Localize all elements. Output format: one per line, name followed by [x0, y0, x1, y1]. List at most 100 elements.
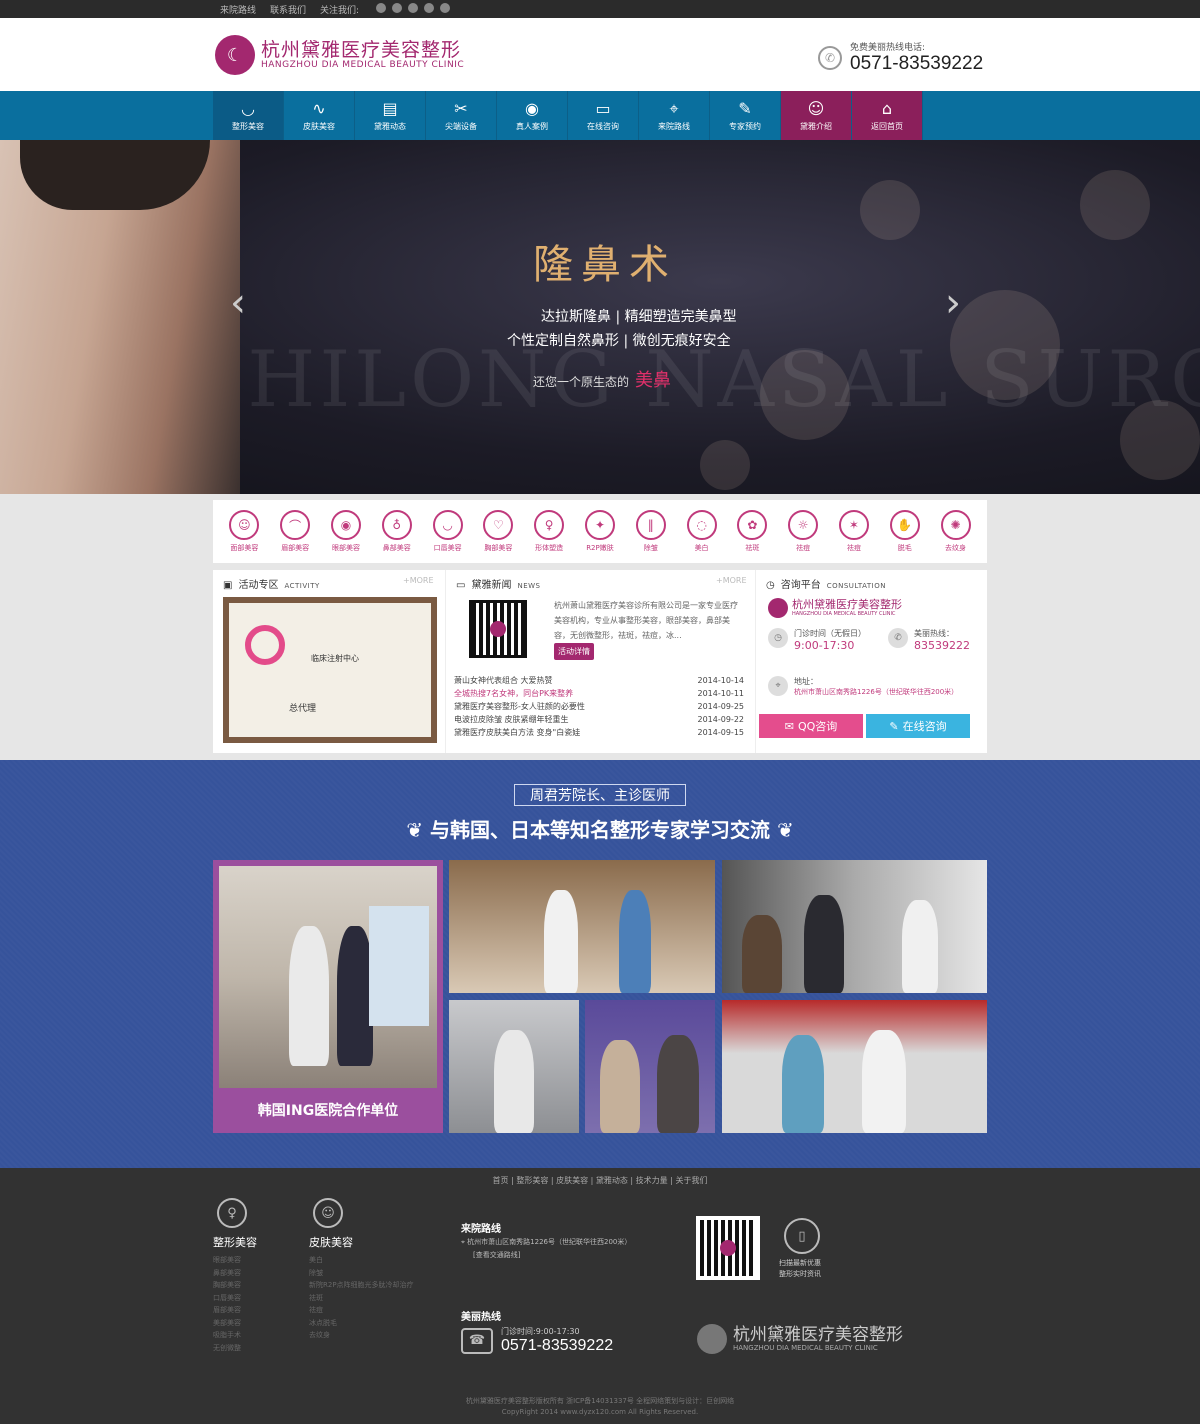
logo-face-icon: [697, 1324, 727, 1354]
footer-link[interactable]: 祛斑: [309, 1292, 414, 1305]
site-logo[interactable]: ☾ 杭州黛雅医疗美容整形 HANGZHOU DIA MEDICAL BEAUTY…: [215, 35, 464, 75]
nav-item-9[interactable]: ⌂ 返回首页: [852, 91, 923, 140]
category-label: 除皱: [643, 544, 658, 552]
services-band: ☺ 面部美容 ⌒ 眉部美容 ◉ 眼部美容 ♁ 鼻部美容 ◡ 口唇美容 ♡ 胸部美容 ♀ 形体塑造 ✦ R2P嫩…: [0, 494, 1200, 760]
certificate-image[interactable]: 临床注射中心 总代理: [223, 597, 437, 743]
footer-logo[interactable]: 杭州黛雅医疗美容整形 HANGZHOU DIA MEDICAL BEAUTY CL…: [697, 1324, 903, 1354]
online-consult-button[interactable]: ✎ 在线咨询: [866, 714, 970, 738]
route-link[interactable]: 来院路线: [220, 3, 256, 16]
category-item[interactable]: ◡ 口唇美容: [424, 510, 472, 553]
nav-item-6[interactable]: ⌖ 来院路线: [639, 91, 710, 140]
qq-icon: ✉: [784, 719, 794, 733]
nav-label: 在线咨询: [587, 122, 619, 131]
exchange-photo-2[interactable]: [722, 860, 987, 993]
news-item[interactable]: 黛雅医疗美容整形-女人驻颜的必要性 2014-09-25: [454, 700, 744, 713]
hotline-number: 0571-83539222: [850, 53, 984, 74]
category-item[interactable]: ✦ R2P嫩肤: [576, 510, 624, 553]
category-icon: ✶: [838, 510, 869, 540]
nav-item-3[interactable]: ✂ 尖端设备: [426, 91, 497, 140]
category-item[interactable]: ✿ 祛斑: [728, 510, 776, 553]
nav-item-4[interactable]: ◉ 真人案例: [497, 91, 568, 140]
chat-icon: ▭: [595, 99, 611, 118]
nav-item-5[interactable]: ▭ 在线咨询: [568, 91, 639, 140]
category-label: 去纹身: [945, 544, 967, 552]
footer-link[interactable]: 鼻部美容: [213, 1267, 257, 1280]
news-more-link[interactable]: +MORE: [716, 576, 747, 585]
footer-link[interactable]: 美部美容: [213, 1317, 257, 1330]
weibo-icon[interactable]: [376, 3, 387, 13]
next-arrow-icon[interactable]: ›: [945, 280, 961, 326]
footer-link[interactable]: 吸脂手术: [213, 1329, 257, 1342]
category-item[interactable]: ♀ 形体塑造: [525, 510, 573, 553]
clock-icon: ◷: [768, 628, 788, 648]
contact-link[interactable]: 联系我们: [270, 3, 306, 16]
consult-title: 咨询平台: [780, 580, 821, 591]
footer-link[interactable]: 去纹身: [309, 1329, 414, 1342]
header: ☾ 杭州黛雅医疗美容整形 HANGZHOU DIA MEDICAL BEAUTY…: [0, 18, 1200, 91]
nav-item-1[interactable]: ∿ 皮肤美容: [284, 91, 355, 140]
qzone-icon[interactable]: [407, 3, 418, 13]
category-item[interactable]: ✶ 祛痘: [830, 510, 878, 553]
copyright: 杭州黛雅医疗美容整形版权所有 浙ICP备14031337号 全程网络策划与设计：…: [465, 1397, 735, 1416]
category-label: 胸部美容: [484, 544, 513, 552]
footer-link[interactable]: 除皱: [309, 1267, 414, 1280]
footer-links[interactable]: 首页 | 整形美容 | 皮肤美容 | 黛雅动态 | 技术力量 | 关于我们: [0, 1175, 1200, 1186]
tencent-icon[interactable]: [391, 3, 402, 13]
hero-line-3-em: 美鼻: [635, 370, 672, 391]
clock-icon: ◷: [766, 580, 775, 591]
exchange-photo-1[interactable]: [449, 860, 715, 993]
footer-link[interactable]: 眼部美容: [213, 1254, 257, 1267]
category-item[interactable]: ⌒ 眉部美容: [271, 510, 319, 553]
footer-link[interactable]: 无创微整: [213, 1342, 257, 1355]
news-item[interactable]: 黛雅医疗皮肤美白方法 变身"白瓷娃 2014-09-15: [454, 726, 744, 739]
category-item[interactable]: ◉ 眼部美容: [322, 510, 370, 553]
category-item[interactable]: ♡ 胸部美容: [474, 510, 522, 553]
category-item[interactable]: ✋ 脱毛: [881, 510, 929, 553]
news-item[interactable]: 萧山女神代表组合 大爱热赞 2014-10-14: [454, 674, 744, 687]
qq-consult-button[interactable]: ✉ QQ咨询: [759, 714, 863, 738]
category-item[interactable]: ‖ 除皱: [627, 510, 675, 553]
category-icon: ♡: [483, 510, 514, 540]
clipboard-icon: ✎: [738, 99, 752, 118]
nav-item-2[interactable]: ▤ 黛雅动态: [355, 91, 426, 140]
footer-qr-code: [696, 1216, 760, 1280]
exchange-photo-5[interactable]: [722, 1000, 987, 1133]
category-item[interactable]: ☼ 祛痘: [779, 510, 827, 553]
top-bar: 来院路线 联系我们 关注我们:: [0, 0, 1200, 18]
route-info: ⌖ 杭州市萧山区南秀路1226号（世纪联华往西200米） [查看交通路线]: [461, 1238, 632, 1259]
ing-cooperation-card[interactable]: 韩国ING医院合作单位: [213, 860, 443, 1133]
star-icon[interactable]: [423, 3, 434, 13]
category-item[interactable]: ✺ 去纹身: [932, 510, 980, 553]
footer-link[interactable]: 新院R2P点阵细胞光多肽冷却治疗: [309, 1279, 414, 1292]
footer-link[interactable]: 祛痘: [309, 1304, 414, 1317]
category-item[interactable]: ◌ 美白: [678, 510, 726, 553]
exchange-photo-4[interactable]: [585, 1000, 715, 1133]
consult-address: ⌖ 地址： 杭州市萧山区南秀路1226号（世纪联华往西200米）: [768, 676, 958, 697]
nav-label: 真人案例: [516, 122, 548, 131]
nav-item-7[interactable]: ✎ 专家预约: [710, 91, 781, 140]
news-item[interactable]: 电波拉皮除皱 皮肤紧绷年轻重生 2014-09-22: [454, 713, 744, 726]
home-icon: ⌂: [881, 99, 893, 118]
footer-link[interactable]: 眉部美容: [213, 1304, 257, 1317]
detail-button[interactable]: 活动详情: [554, 643, 594, 660]
nav-label: 黛雅动态: [374, 122, 406, 131]
prev-arrow-icon[interactable]: ‹: [230, 280, 246, 326]
nav-item-8[interactable]: ☺ 黛雅介绍: [781, 91, 852, 140]
activity-more-link[interactable]: +MORE: [403, 576, 434, 585]
exchange-photo-3[interactable]: [449, 1000, 579, 1133]
eye-icon: ◉: [525, 99, 539, 118]
category-item[interactable]: ♁ 鼻部美容: [373, 510, 421, 553]
ing-photo: [219, 866, 437, 1088]
mobile-icon[interactable]: [439, 3, 450, 13]
route-detail-link[interactable]: [查看交通路线]: [473, 1251, 520, 1259]
category-icon: ♁: [381, 510, 412, 540]
news-item[interactable]: 全城热搜7名女神，同台PK来整养 2014-10-11: [454, 687, 744, 700]
footer-link[interactable]: 口唇美容: [213, 1292, 257, 1305]
footer-link[interactable]: 美白: [309, 1254, 414, 1267]
nav-label: 来院路线: [658, 122, 690, 131]
footer-link[interactable]: 胸部美容: [213, 1279, 257, 1292]
nav-item-0[interactable]: ◡ 整形美容: [213, 91, 284, 140]
phone-icon: ✆: [818, 45, 842, 70]
footer-link[interactable]: 冰点脱毛: [309, 1317, 414, 1330]
category-item[interactable]: ☺ 面部美容: [220, 510, 268, 553]
